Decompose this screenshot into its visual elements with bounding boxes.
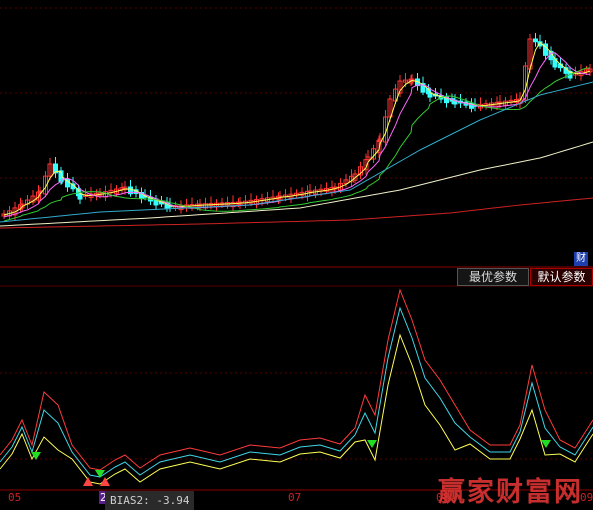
bias2-readout: BIAS2: -3.94 xyxy=(105,491,194,510)
default-params-button[interactable]: 默认参数 xyxy=(530,268,593,286)
bias-line-cyan xyxy=(0,306,593,478)
price-panel xyxy=(0,33,593,229)
ma-line-yellow xyxy=(3,41,591,216)
signal-arrow-up-0 xyxy=(83,477,93,486)
bias-line-yellow xyxy=(0,333,593,485)
finance-badge[interactable]: 财 xyxy=(574,252,588,266)
candle-body xyxy=(533,38,538,43)
grid-lines xyxy=(0,7,593,491)
bias-line-red xyxy=(0,288,593,471)
watermark: 赢家财富网 xyxy=(438,477,583,508)
stock-chart xyxy=(0,7,593,491)
bias-panel xyxy=(0,288,593,486)
x-label-07: 07 xyxy=(288,491,302,504)
optimal-params-button[interactable]: 最优参数 xyxy=(457,268,529,286)
x-label-05: 05 xyxy=(8,491,22,504)
